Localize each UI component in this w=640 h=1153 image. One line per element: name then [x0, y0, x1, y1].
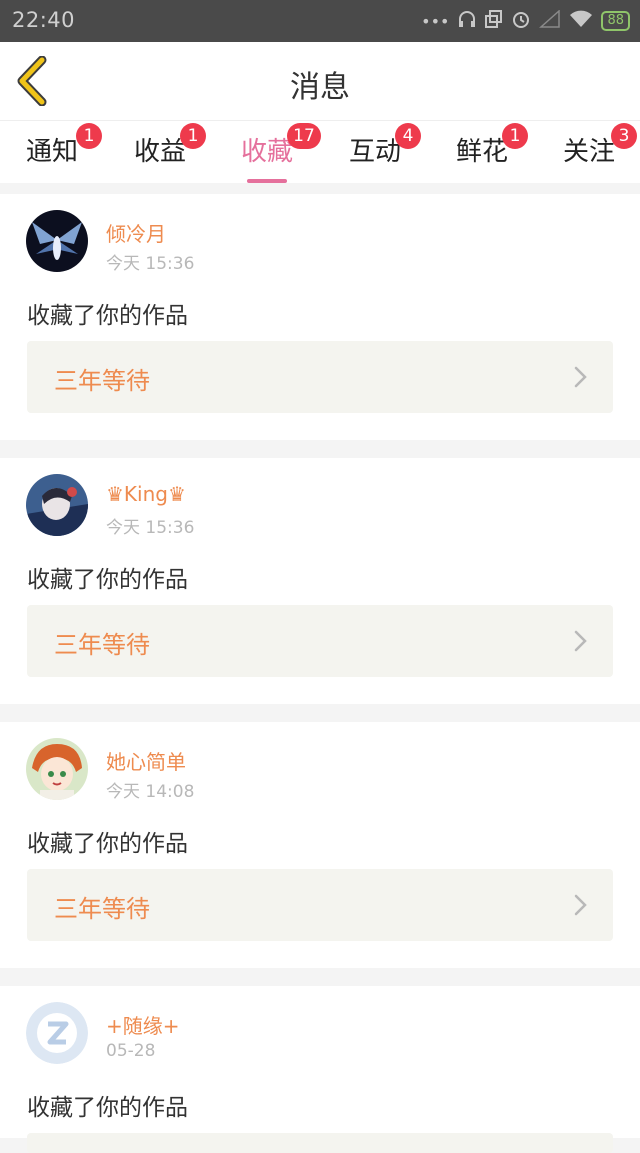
avatar[interactable] — [26, 1002, 88, 1064]
work-link[interactable] — [27, 1133, 613, 1153]
message-card: ♛King♛ 今天 15:36 收藏了你的作品 三年等待 — [0, 458, 640, 704]
tab-label: 收益 — [134, 137, 187, 167]
status-icons: ••• 88 — [421, 9, 630, 33]
alarm-icon — [511, 9, 531, 33]
battery-indicator: 88 — [601, 11, 630, 31]
work-link[interactable]: 三年等待 — [27, 869, 613, 941]
app-header: 消息 — [0, 42, 640, 121]
tab-notice[interactable]: 通知 1 — [26, 123, 102, 168]
work-title: 三年等待 — [54, 895, 150, 923]
user-name[interactable]: ♛King♛ — [106, 482, 186, 506]
wifi-icon — [569, 10, 593, 32]
status-time: 22:40 — [12, 8, 76, 32]
headphone-icon — [457, 10, 477, 32]
tab-label: 鲜花 — [456, 137, 509, 167]
message-card: +随缘+ 05-28 收藏了你的作品 — [0, 986, 640, 1153]
message-text: 收藏了你的作品 — [27, 303, 188, 329]
avatar[interactable] — [26, 210, 88, 272]
chevron-right-icon — [574, 630, 587, 652]
message-text: 收藏了你的作品 — [27, 1095, 188, 1121]
chevron-right-icon — [574, 894, 587, 916]
tab-badge: 3 — [611, 123, 637, 149]
default-avatar-icon — [26, 1002, 88, 1064]
active-tab-underline — [247, 179, 288, 183]
tab-favorites[interactable]: 收藏 17 — [241, 123, 321, 183]
message-time: 今天 15:36 — [106, 254, 195, 274]
avatar[interactable] — [26, 738, 88, 800]
copy-icon — [485, 10, 503, 32]
signal-icon — [539, 9, 561, 32]
tab-follow[interactable]: 关注 3 — [563, 123, 637, 168]
work-link[interactable]: 三年等待 — [27, 341, 613, 413]
message-time: 今天 15:36 — [106, 518, 195, 538]
work-title: 三年等待 — [54, 367, 150, 395]
tab-badge: 4 — [395, 123, 421, 149]
tab-label: 关注 — [563, 137, 616, 167]
tab-earnings[interactable]: 收益 1 — [134, 123, 206, 168]
user-name[interactable]: +随缘+ — [106, 1010, 180, 1039]
tab-interaction[interactable]: 互动 4 — [349, 123, 421, 168]
work-link[interactable]: 三年等待 — [27, 605, 613, 677]
tab-label: 收藏 — [241, 137, 294, 167]
avatar[interactable] — [26, 474, 88, 536]
tab-badge: 1 — [76, 123, 102, 149]
message-time: 05-28 — [106, 1041, 156, 1061]
work-title: 三年等待 — [54, 631, 150, 659]
chevron-right-icon — [574, 366, 587, 388]
tab-label: 互动 — [349, 137, 402, 167]
message-card: 倾冷月 今天 15:36 收藏了你的作品 三年等待 — [0, 194, 640, 440]
more-dots-icon: ••• — [421, 11, 450, 31]
message-card: 她心简单 今天 14:08 收藏了你的作品 三年等待 — [0, 722, 640, 968]
tab-flowers[interactable]: 鲜花 1 — [456, 123, 528, 168]
user-name[interactable]: 她心简单 — [106, 746, 186, 775]
tab-label: 通知 — [26, 137, 79, 167]
message-time: 今天 14:08 — [106, 782, 195, 802]
page-title: 消息 — [290, 70, 350, 105]
status-bar: 22:40 ••• 88 — [0, 0, 640, 42]
message-text: 收藏了你的作品 — [27, 567, 188, 593]
tab-badge: 1 — [180, 123, 206, 149]
tab-badge: 17 — [287, 123, 321, 149]
user-name[interactable]: 倾冷月 — [106, 218, 166, 247]
message-text: 收藏了你的作品 — [27, 831, 188, 857]
tab-bar: 通知 1 收益 1 收藏 17 互动 4 鲜花 1 关注 3 — [0, 121, 640, 183]
tab-badge: 1 — [502, 123, 528, 149]
